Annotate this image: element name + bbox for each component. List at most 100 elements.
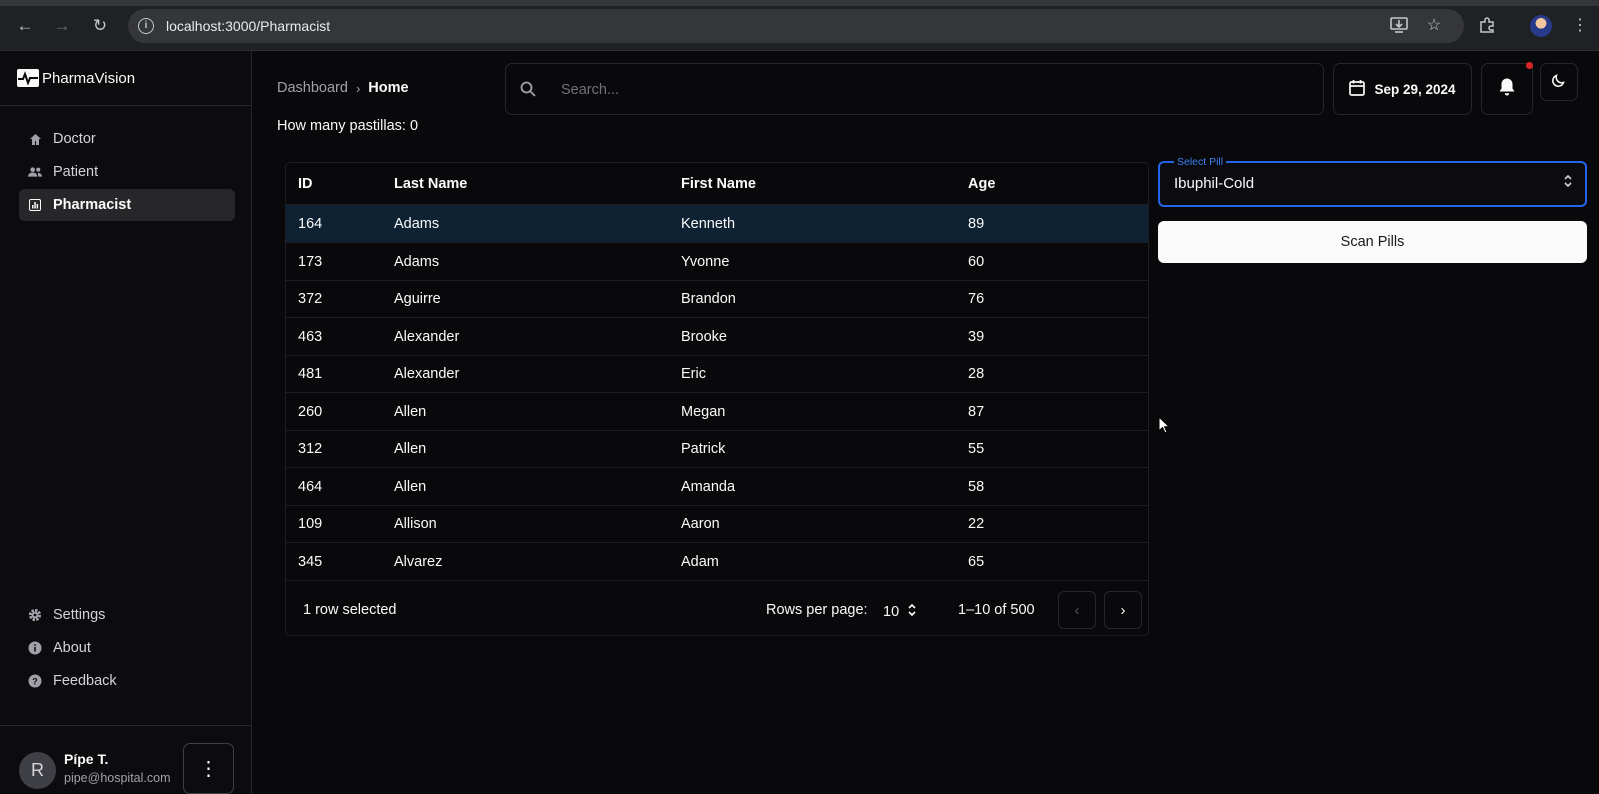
cell-age: 87 xyxy=(968,403,985,420)
table-row[interactable]: 372 Aguirre Brandon 76 xyxy=(286,280,1148,318)
search-box[interactable] xyxy=(505,63,1324,115)
cell-last-name: Allison xyxy=(394,516,437,532)
forward-icon[interactable]: → xyxy=(50,14,74,38)
cell-last-name: Alexander xyxy=(394,328,460,345)
cell-first-name: Eric xyxy=(681,366,706,382)
sidebar-item-feedback[interactable]: ? Feedback xyxy=(19,665,235,697)
cell-last-name: Adams xyxy=(394,216,440,232)
brand-name: PharmaVision xyxy=(42,69,136,87)
notification-badge xyxy=(1526,62,1533,69)
user-email: pipe@hospital.com xyxy=(64,771,171,785)
breadcrumb-home: Home xyxy=(368,80,409,96)
pill-select[interactable]: Select Pill Ibuphil-Cold xyxy=(1158,157,1587,207)
install-app-icon[interactable] xyxy=(1388,14,1410,36)
search-input[interactable] xyxy=(561,79,1261,101)
sidebar-item-settings[interactable]: Settings xyxy=(19,599,235,631)
brand[interactable]: PharmaVision xyxy=(17,69,135,87)
cell-id: 481 xyxy=(298,366,323,382)
cell-id: 260 xyxy=(298,403,323,420)
table-footer: 1 row selected Rows per page: 10 1–10 of… xyxy=(286,582,1148,635)
cell-id: 372 xyxy=(298,291,323,307)
scan-pills-button[interactable]: Scan Pills xyxy=(1158,221,1587,263)
cell-age: 55 xyxy=(968,441,985,457)
table-row[interactable]: 463 Alexander Brooke 39 xyxy=(286,318,1148,356)
sidebar-item-pharmacist[interactable]: Pharmacist xyxy=(19,189,235,221)
bookmark-star-icon[interactable]: ☆ xyxy=(1423,14,1445,36)
cell-first-name: Megan xyxy=(681,403,726,420)
svg-text:?: ? xyxy=(32,677,38,687)
theme-toggle-button[interactable] xyxy=(1540,63,1578,101)
chevron-up-down-icon xyxy=(1563,172,1573,192)
browser-menu-icon[interactable]: ⋮ xyxy=(1569,14,1591,36)
more-options-icon[interactable]: ⋮ xyxy=(183,743,234,794)
chevron-left-icon: ‹ xyxy=(1074,601,1080,619)
cell-first-name: Amanda xyxy=(681,478,736,495)
pulse-logo-icon xyxy=(17,69,39,87)
cell-last-name: Allen xyxy=(394,441,427,457)
rows-per-page-label: Rows per page: xyxy=(766,602,868,618)
home-icon xyxy=(28,132,42,146)
sidebar-item-label: Pharmacist xyxy=(53,197,132,213)
sidebar-item-doctor[interactable]: Doctor xyxy=(19,123,235,155)
column-header-id[interactable]: ID xyxy=(298,176,313,192)
gear-icon xyxy=(28,608,42,622)
breadcrumb: Dashboard › Home xyxy=(277,80,409,96)
browser-toolbar: ← → ↻ i localhost:3000/Pharmacist ☆ ⋮ xyxy=(0,0,1599,51)
table-row[interactable]: 312 Allen Patrick 55 xyxy=(286,430,1148,468)
url-text[interactable]: localhost:3000/Pharmacist xyxy=(166,18,330,34)
sidebar-item-label: Patient xyxy=(53,164,99,180)
column-header-age[interactable]: Age xyxy=(968,176,995,192)
table-row[interactable]: 164 Adams Kenneth 89 xyxy=(286,205,1148,243)
address-bar[interactable]: i localhost:3000/Pharmacist xyxy=(128,9,1464,43)
chevron-up-down-icon xyxy=(907,602,917,622)
sidebar-item-patient[interactable]: Patient xyxy=(19,156,235,188)
chart-icon xyxy=(28,198,42,212)
back-icon[interactable]: ← xyxy=(13,14,37,38)
table-row[interactable]: 173 Adams Yvonne 60 xyxy=(286,243,1148,281)
table-row[interactable]: 260 Allen Megan 87 xyxy=(286,393,1148,431)
previous-page-button[interactable]: ‹ xyxy=(1058,591,1096,629)
cell-id: 312 xyxy=(298,441,323,457)
reload-icon[interactable]: ↻ xyxy=(88,14,112,38)
cell-id: 164 xyxy=(298,216,323,232)
breadcrumb-dashboard[interactable]: Dashboard xyxy=(277,80,348,96)
tab-strip xyxy=(0,0,1599,6)
pill-count-text: How many pastillas: 0 xyxy=(277,118,419,134)
info-icon xyxy=(28,641,42,655)
cell-id: 345 xyxy=(298,553,323,570)
table-row[interactable]: 464 Allen Amanda 58 xyxy=(286,468,1148,506)
notifications-button[interactable] xyxy=(1481,63,1533,115)
patients-table: ID Last Name First Name Age 164 Adams Kenn… xyxy=(285,162,1149,636)
sidebar-item-about[interactable]: About xyxy=(19,632,235,664)
moon-icon xyxy=(1552,73,1566,92)
column-header-last-name[interactable]: Last Name xyxy=(394,176,467,192)
sidebar-item-label: Feedback xyxy=(53,673,117,689)
next-page-button[interactable]: › xyxy=(1104,591,1142,629)
sidebar-item-label: About xyxy=(53,640,91,656)
cell-first-name: Kenneth xyxy=(681,216,736,232)
cell-first-name: Adam xyxy=(681,553,719,570)
pill-select-label: Select Pill xyxy=(1174,157,1227,168)
table-row[interactable]: 345 Alvarez Adam 65 xyxy=(286,543,1148,581)
extensions-icon[interactable] xyxy=(1476,14,1498,36)
cell-id: 464 xyxy=(298,478,323,495)
cell-age: 76 xyxy=(968,291,985,307)
table-row[interactable]: 481 Alexander Eric 28 xyxy=(286,355,1148,393)
date-label: Sep 29, 2024 xyxy=(1374,81,1456,97)
sidebar: PharmaVision Doctor Patient Pharmacist S… xyxy=(0,51,252,794)
table-row[interactable]: 109 Allison Aaron 22 xyxy=(286,505,1148,543)
rows-per-page-select[interactable]: 10 xyxy=(883,602,917,622)
site-info-icon[interactable]: i xyxy=(138,18,154,34)
search-icon xyxy=(520,81,536,102)
date-picker-button[interactable]: Sep 29, 2024 xyxy=(1333,63,1472,115)
sidebar-item-label: Settings xyxy=(53,607,106,623)
cell-id: 463 xyxy=(298,328,323,345)
cell-age: 22 xyxy=(968,516,985,532)
pagination-range: 1–10 of 500 xyxy=(958,602,1035,618)
selected-count: 1 row selected xyxy=(303,602,397,618)
chevron-right-icon: › xyxy=(1120,601,1126,619)
profile-avatar[interactable] xyxy=(1530,15,1552,37)
avatar[interactable]: R xyxy=(19,752,56,789)
column-header-first-name[interactable]: First Name xyxy=(681,176,756,192)
help-icon: ? xyxy=(28,674,42,688)
